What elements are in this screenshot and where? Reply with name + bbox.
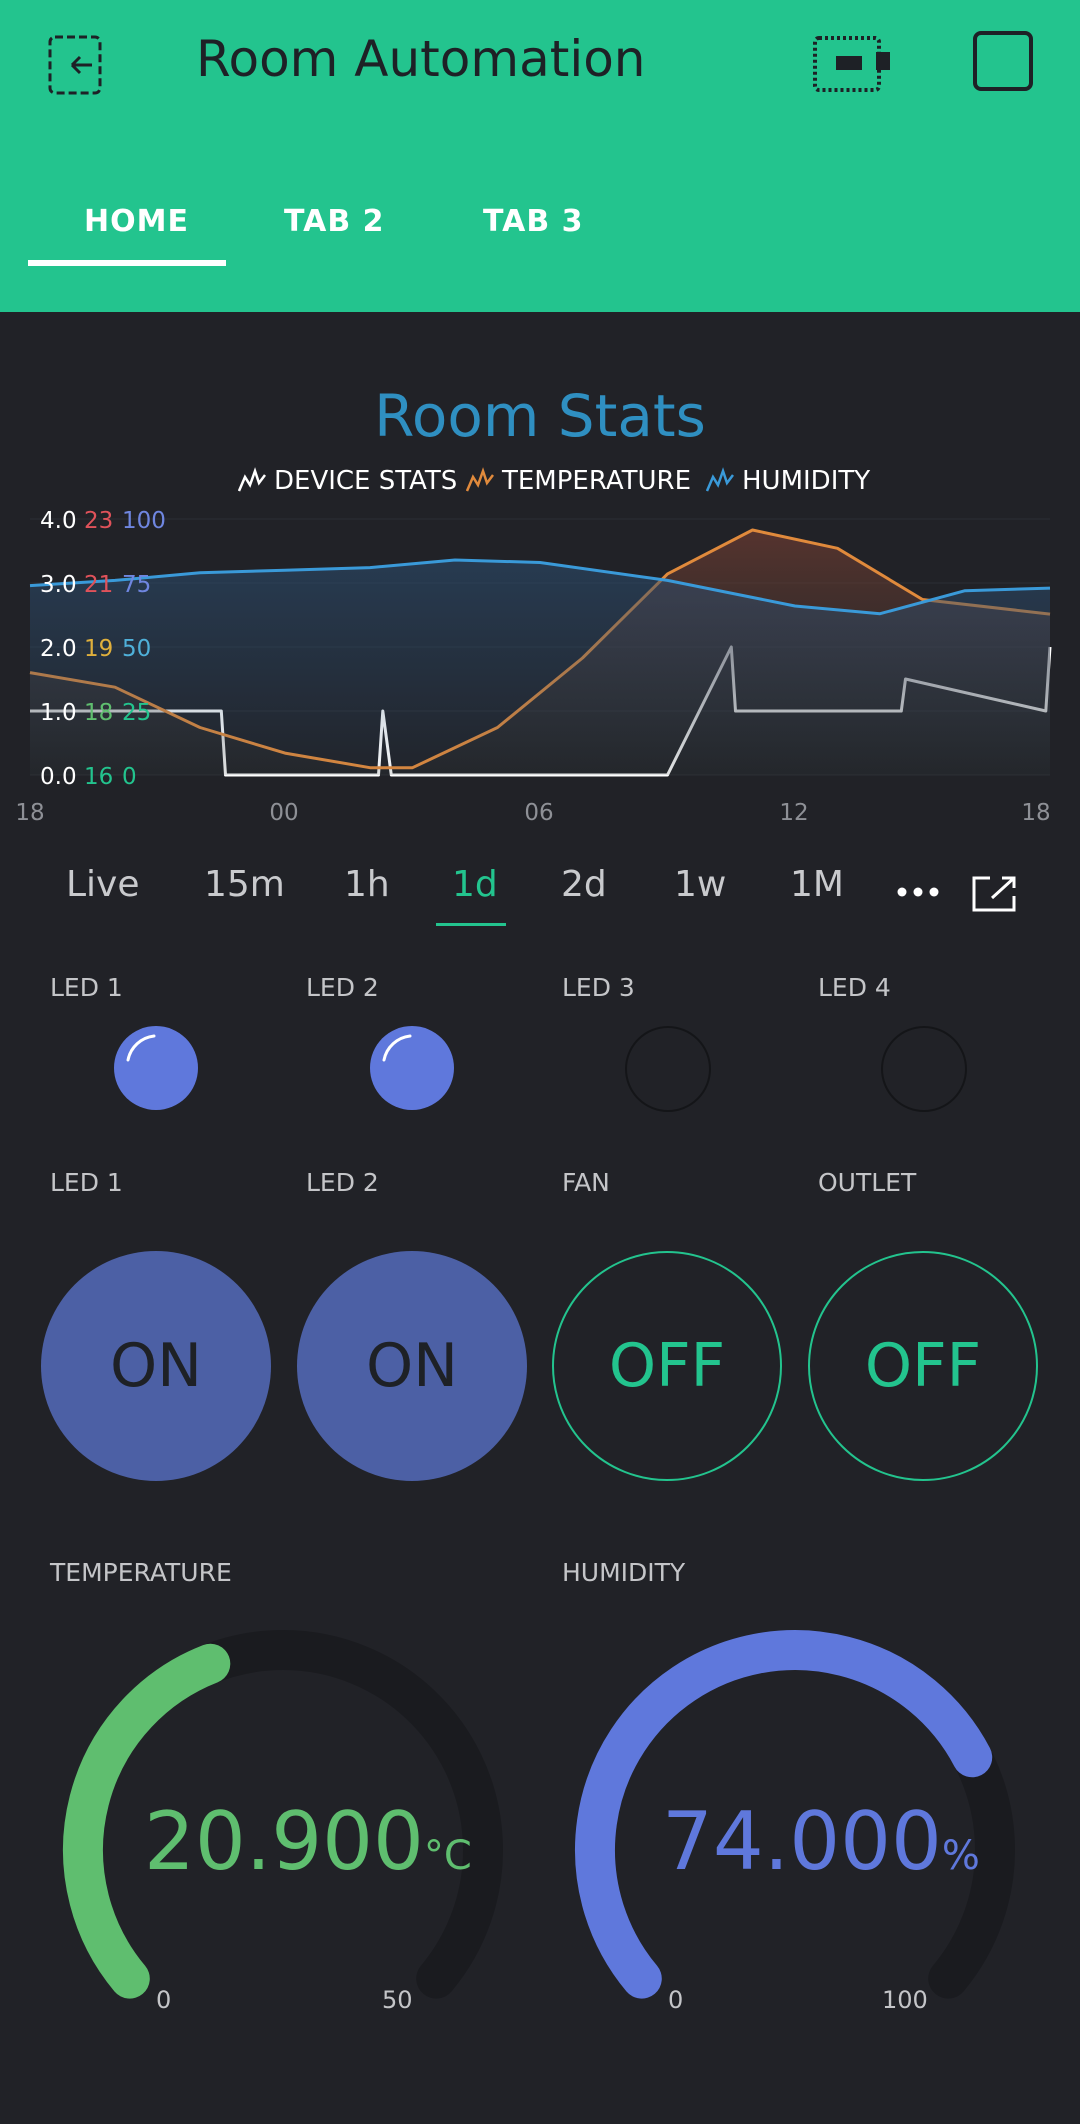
button-label-1: LED 1	[50, 1168, 123, 1197]
led-highlight	[382, 1034, 412, 1062]
x-tick-label: 18	[1021, 800, 1050, 826]
humidity-number: 74.000	[662, 1795, 942, 1888]
led-highlight	[126, 1034, 156, 1062]
humidity-unit: %	[941, 1833, 980, 1879]
tab-2[interactable]: TAB 2	[284, 204, 385, 239]
y-tick-label: 3.0	[40, 572, 77, 598]
y-tick-label: 0.0	[40, 764, 77, 790]
temperature-max: 50	[382, 1986, 413, 2014]
button-label-2: LED 2	[306, 1168, 379, 1197]
led-indicator-1	[114, 1026, 198, 1110]
temperature-value: 20.900°C	[144, 1795, 472, 1888]
active-tab-indicator	[28, 260, 226, 266]
legend-temperature[interactable]: TEMPERATURE	[465, 466, 692, 496]
tab-home[interactable]: HOME	[84, 204, 189, 239]
device-status-icon[interactable]	[812, 34, 892, 94]
app-header: Room Automation HOME TAB 2 TAB 3	[0, 0, 1080, 312]
line-chart-icon	[705, 467, 734, 492]
x-tick-label: 00	[269, 800, 298, 826]
legend-label: HUMIDITY	[742, 466, 871, 496]
room-stats-chart[interactable]: 4.0 3.0 2.0 1.0 0.0 23 21 19 18 16 100 75 50 25 0 18 00 0…	[0, 500, 1080, 830]
range-1w[interactable]: 1w	[674, 864, 726, 905]
y-tick-label: 18	[84, 700, 113, 726]
y-tick-label: 23	[84, 508, 113, 534]
y-tick-label: 50	[122, 636, 151, 662]
more-icon[interactable]	[896, 880, 940, 904]
led1-toggle-button[interactable]: ON	[41, 1251, 271, 1481]
x-tick-label: 18	[15, 800, 44, 826]
tab-3[interactable]: TAB 3	[483, 204, 584, 239]
led2-toggle-button[interactable]: ON	[297, 1251, 527, 1481]
outlet-toggle-button[interactable]: OFF	[808, 1251, 1038, 1481]
y-tick-label: 4.0	[40, 508, 77, 534]
legend-humidity[interactable]: HUMIDITY	[705, 466, 871, 496]
y-tick-label: 21	[84, 572, 113, 598]
button-label-4: OUTLET	[818, 1168, 917, 1197]
y-tick-label: 25	[122, 700, 151, 726]
fan-toggle-button[interactable]: OFF	[552, 1251, 782, 1481]
x-tick-label: 12	[779, 800, 808, 826]
export-icon[interactable]	[970, 874, 1018, 914]
range-15m[interactable]: 15m	[204, 864, 285, 905]
range-1m[interactable]: 1M	[790, 864, 844, 905]
y-tick-label: 16	[84, 764, 113, 790]
led-label-2: LED 2	[306, 973, 379, 1002]
stop-icon[interactable]	[972, 30, 1034, 92]
y-tick-label: 0	[122, 764, 137, 790]
humidity-min: 0	[668, 1986, 684, 2014]
app-title: Room Automation	[196, 30, 646, 88]
y-tick-label: 2.0	[40, 636, 77, 662]
led-indicator-4	[881, 1026, 967, 1112]
temperature-unit: °C	[423, 1833, 472, 1879]
legend-label: DEVICE STATS	[274, 466, 458, 496]
led-label-1: LED 1	[50, 973, 123, 1002]
legend-label: TEMPERATURE	[502, 466, 692, 496]
button-label-3: FAN	[562, 1168, 610, 1197]
x-tick-label: 06	[524, 800, 553, 826]
led-indicator-2	[370, 1026, 454, 1110]
temperature-min: 0	[156, 1986, 172, 2014]
led-label-3: LED 3	[562, 973, 635, 1002]
line-chart-icon	[465, 467, 494, 492]
y-tick-label: 100	[122, 508, 166, 534]
range-2d[interactable]: 2d	[561, 864, 607, 905]
line-chart-icon	[237, 467, 266, 492]
y-tick-label: 1.0	[40, 700, 77, 726]
humidity-max: 100	[882, 1986, 928, 2014]
temperature-number: 20.900	[144, 1795, 424, 1888]
back-icon[interactable]	[44, 34, 110, 96]
gauge-label-temperature: TEMPERATURE	[50, 1558, 232, 1587]
range-selected-underline	[436, 923, 506, 926]
y-tick-label: 19	[84, 636, 113, 662]
led-label-4: LED 4	[818, 973, 891, 1002]
range-live[interactable]: Live	[66, 864, 140, 905]
led-indicator-3	[625, 1026, 711, 1112]
gauge-label-humidity: HUMIDITY	[562, 1558, 686, 1587]
y-tick-label: 75	[122, 572, 151, 598]
range-1h[interactable]: 1h	[344, 864, 390, 905]
range-1d[interactable]: 1d	[452, 864, 498, 905]
chart-title: Room Stats	[374, 382, 706, 450]
humidity-value: 74.000%	[662, 1795, 980, 1888]
legend-device-stats[interactable]: DEVICE STATS	[237, 466, 458, 496]
